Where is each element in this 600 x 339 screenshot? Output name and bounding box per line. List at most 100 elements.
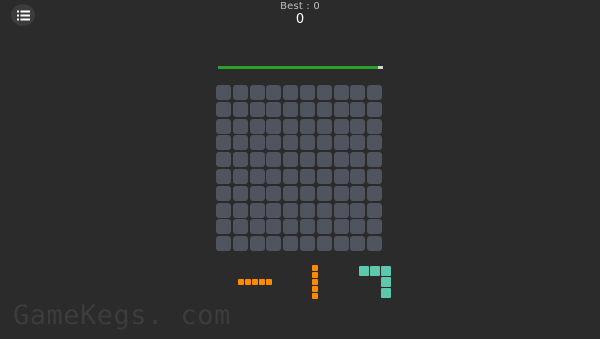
board-cell[interactable] [249, 202, 265, 218]
board-cell[interactable] [367, 185, 383, 201]
board-cell[interactable] [232, 185, 248, 201]
board-cell[interactable] [266, 202, 282, 218]
board-cell[interactable] [350, 219, 366, 235]
board-cell[interactable] [283, 152, 299, 168]
board-cell[interactable] [316, 152, 332, 168]
board-cell[interactable] [249, 236, 265, 252]
board-cell[interactable] [249, 118, 265, 134]
board-cell[interactable] [266, 101, 282, 117]
board-cell[interactable] [316, 101, 332, 117]
board-cell[interactable] [283, 202, 299, 218]
board-cell[interactable] [232, 85, 248, 100]
board-cell[interactable] [333, 219, 349, 235]
board-cell[interactable] [316, 169, 332, 184]
board-cell[interactable] [350, 118, 366, 134]
board-cell[interactable] [232, 118, 248, 134]
board-cell[interactable] [333, 85, 349, 100]
board-cell[interactable] [316, 135, 332, 151]
board-cell[interactable] [367, 135, 383, 151]
board-cell[interactable] [216, 101, 231, 117]
board-cell[interactable] [216, 236, 231, 252]
board-cell[interactable] [300, 135, 315, 151]
board-cell[interactable] [232, 169, 248, 184]
board-cell[interactable] [266, 185, 282, 201]
board-cell[interactable] [232, 202, 248, 218]
board-cell[interactable] [232, 219, 248, 235]
board-cell[interactable] [300, 202, 315, 218]
board-cell[interactable] [333, 118, 349, 134]
board-cell[interactable] [232, 152, 248, 168]
board-cell[interactable] [283, 219, 299, 235]
board-cell[interactable] [367, 118, 383, 134]
board-cell[interactable] [367, 85, 383, 100]
board-cell[interactable] [300, 185, 315, 201]
board-cell[interactable] [216, 135, 231, 151]
board-cell[interactable] [333, 169, 349, 184]
board-cell[interactable] [333, 101, 349, 117]
board-cell[interactable] [249, 169, 265, 184]
board-cell[interactable] [283, 135, 299, 151]
board-cell[interactable] [300, 85, 315, 100]
board-cell[interactable] [300, 101, 315, 117]
board-cell[interactable] [283, 185, 299, 201]
board-cell[interactable] [249, 85, 265, 100]
board-cell[interactable] [350, 85, 366, 100]
board-cell[interactable] [232, 101, 248, 117]
board-cell[interactable] [316, 219, 332, 235]
board-cell[interactable] [266, 135, 282, 151]
board-cell[interactable] [283, 101, 299, 117]
board-cell[interactable] [333, 135, 349, 151]
board-cell[interactable] [216, 85, 231, 100]
board-cell[interactable] [316, 85, 332, 100]
board-cell[interactable] [316, 185, 332, 201]
board-cell[interactable] [367, 219, 383, 235]
board-cell[interactable] [350, 185, 366, 201]
board-cell[interactable] [266, 169, 282, 184]
board-cell[interactable] [266, 219, 282, 235]
board-cell[interactable] [216, 202, 231, 218]
board-cell[interactable] [249, 152, 265, 168]
board-cell[interactable] [232, 236, 248, 252]
board-cell[interactable] [316, 236, 332, 252]
board-cell[interactable] [266, 236, 282, 252]
board-cell[interactable] [216, 152, 231, 168]
board-cell[interactable] [316, 118, 332, 134]
board-cell[interactable] [367, 101, 383, 117]
board-cell[interactable] [216, 219, 231, 235]
board-cell[interactable] [266, 118, 282, 134]
board-cell[interactable] [350, 152, 366, 168]
board-cell[interactable] [350, 202, 366, 218]
board-cell[interactable] [216, 169, 231, 184]
board-cell[interactable] [266, 152, 282, 168]
board-cell[interactable] [266, 85, 282, 100]
board-cell[interactable] [232, 135, 248, 151]
board-cell[interactable] [249, 101, 265, 117]
board-cell[interactable] [316, 202, 332, 218]
board-cell[interactable] [283, 85, 299, 100]
board-cell[interactable] [283, 118, 299, 134]
board-cell[interactable] [350, 101, 366, 117]
board-cell[interactable] [367, 152, 383, 168]
board-cell[interactable] [300, 118, 315, 134]
board-cell[interactable] [300, 219, 315, 235]
board-cell[interactable] [333, 202, 349, 218]
board-cell[interactable] [350, 236, 366, 252]
board-cell[interactable] [333, 152, 349, 168]
board-cell[interactable] [367, 236, 383, 252]
board-cell[interactable] [367, 169, 383, 184]
board-cell[interactable] [249, 185, 265, 201]
board-cell[interactable] [350, 169, 366, 184]
board-cell[interactable] [350, 135, 366, 151]
board-cell[interactable] [216, 118, 231, 134]
board-cell[interactable] [283, 169, 299, 184]
board-cell[interactable] [249, 135, 265, 151]
board-cell[interactable] [300, 169, 315, 184]
board-cell[interactable] [333, 185, 349, 201]
board-cell[interactable] [300, 152, 315, 168]
board-cell[interactable] [283, 236, 299, 252]
board-cell[interactable] [249, 219, 265, 235]
board-cell[interactable] [367, 202, 383, 218]
board-cell[interactable] [300, 236, 315, 252]
board-cell[interactable] [333, 236, 349, 252]
board-cell[interactable] [216, 185, 231, 201]
